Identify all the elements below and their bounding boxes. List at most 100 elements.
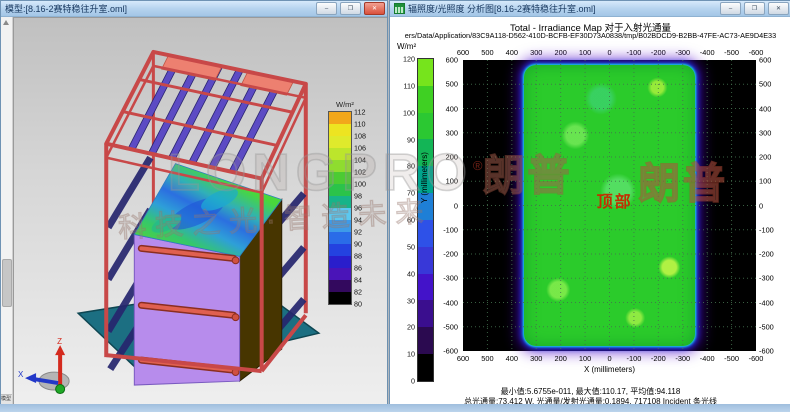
tick-label: 86	[354, 264, 362, 273]
irradiance-plot-area[interactable]: 顶部	[463, 60, 756, 351]
colorbar-segment	[329, 292, 351, 304]
tick-label: -200	[651, 48, 666, 57]
map-colorbar: 1201101009080706050403020100	[417, 58, 434, 382]
tick-label: 94	[354, 216, 362, 225]
colorbar-segment	[418, 300, 433, 327]
tick-label: 110	[404, 81, 415, 90]
minimize-button[interactable]: ‒	[720, 2, 741, 15]
maximize-button[interactable]: ❐	[744, 2, 765, 15]
tick-label: 110	[354, 120, 365, 129]
tick-label: 70	[407, 189, 415, 198]
tick-label: 0	[454, 201, 458, 210]
tick-label: 100	[446, 177, 458, 186]
tick-label: 92	[354, 228, 362, 237]
colorbar-segment	[329, 124, 351, 136]
colorbar-segment	[329, 208, 351, 220]
close-button[interactable]: ✕	[768, 2, 789, 15]
tick-label: 60	[407, 216, 415, 225]
tick-label: 100	[403, 108, 415, 117]
irradiance-map-window: 辐照度/光照度 分析图[8.16-2赛特稳往升室.oml] ‒ ❐ ✕ Tota…	[389, 0, 790, 408]
model-window: 模型:[8.16-2赛特稳往升室.oml] ‒ ❐ ✕ 模型	[0, 0, 388, 408]
model-tree-scrollbar[interactable]: 模型	[1, 17, 13, 407]
y-axis-ticks-left: 6005004003002001000-100-200-300-400-500-…	[436, 60, 458, 351]
tick-label: 100	[579, 354, 591, 363]
tick-label: 10	[407, 350, 415, 359]
irradiance-legend-3d: W/m² 11211010810610410210098969492908886…	[328, 100, 386, 305]
tick-label: 100	[579, 48, 591, 57]
tick-label: 600	[759, 56, 771, 65]
x-axis-ticks-top: 6005004003002001000-100-200-300-400-500-…	[463, 48, 756, 57]
colorbar-segment	[329, 220, 351, 232]
tick-label: 200	[554, 354, 566, 363]
colorbar-segment	[418, 220, 433, 247]
tick-label: 112	[354, 108, 365, 117]
colorbar-segment	[418, 327, 433, 354]
tick-label: 80	[354, 300, 362, 309]
colorbar-segment	[418, 247, 433, 274]
tick-label: -500	[759, 322, 774, 331]
tick-label: 100	[759, 177, 771, 186]
close-button[interactable]: ✕	[364, 2, 385, 15]
tick-label: 106	[354, 144, 366, 153]
tick-label: -300	[675, 48, 690, 57]
tick-label: -400	[700, 48, 715, 57]
tick-label: 300	[446, 128, 458, 137]
x-axis-ticks-bottom: 6005004003002001000-100-200-300-400-500-…	[463, 354, 756, 363]
tick-label: 500	[481, 354, 493, 363]
irradiance-blob: 顶部	[524, 65, 695, 346]
tick-label: 200	[759, 153, 771, 162]
tick-label: 84	[354, 276, 362, 285]
map-window-titlebar[interactable]: 辐照度/光照度 分析图[8.16-2赛特稳往升室.oml] ‒ ❐ ✕	[390, 1, 790, 17]
tick-label: 50	[407, 242, 415, 251]
colorbar-segments	[329, 112, 351, 304]
tick-label: -400	[759, 298, 774, 307]
model-3d-viewport[interactable]: Z X W/m² 1121101081061041021009896949290…	[13, 17, 387, 407]
colorbar-segment	[418, 86, 433, 113]
model-window-title: 模型:[8.16-2赛特稳往升室.oml]	[5, 2, 313, 15]
stats-line-1: 最小值:5.6755e-011, 最大值:110.17, 平均值:94.118	[390, 387, 790, 397]
restore-button[interactable]: ❐	[340, 2, 361, 15]
minimize-button[interactable]: ‒	[316, 2, 337, 15]
tick-label: 600	[457, 48, 469, 57]
scroll-up-icon[interactable]	[3, 20, 9, 25]
tick-label: 400	[759, 104, 771, 113]
colorbar-segment	[329, 160, 351, 172]
tick-label: -200	[443, 250, 458, 259]
tick-label: -600	[443, 347, 458, 356]
tick-label: 90	[354, 240, 362, 249]
tick-label: 30	[407, 296, 415, 305]
tick-label: 300	[759, 128, 771, 137]
tick-label: 200	[446, 153, 458, 162]
tick-label: 0	[607, 48, 611, 57]
scrollbar-thumb[interactable]	[2, 259, 12, 307]
colorbar-segment	[329, 136, 351, 148]
y-axis-ball	[56, 385, 65, 394]
map-file-path: ers/Data/Application/83C9A118-D562-410D-…	[390, 31, 790, 40]
analysis-doc-icon	[394, 3, 405, 14]
tick-label: 600	[457, 354, 469, 363]
tick-label: -300	[443, 274, 458, 283]
tick-label: 500	[759, 80, 771, 89]
tick-label: 40	[407, 269, 415, 278]
tick-label: 20	[407, 323, 415, 332]
tick-label: 108	[354, 132, 366, 141]
axis-triad: Z X	[18, 337, 69, 393]
tick-label: 0	[607, 354, 611, 363]
colorbar-segment	[418, 59, 433, 86]
model-window-titlebar[interactable]: 模型:[8.16-2赛特稳往升室.oml] ‒ ❐ ✕	[1, 1, 387, 17]
tick-label: -600	[749, 354, 764, 363]
window-frame-strip	[0, 404, 790, 412]
x-axis-title: X (millimeters)	[463, 365, 756, 374]
colorbar-segments	[418, 59, 433, 381]
tick-label: -100	[627, 48, 642, 57]
colorbar-segment	[329, 112, 351, 124]
tick-label: 90	[407, 135, 415, 144]
tick-label: 98	[354, 192, 362, 201]
tick-label: 0	[411, 377, 415, 386]
tick-label: 400	[446, 104, 458, 113]
legend-colorbar: 1121101081061041021009896949290888684828…	[328, 111, 352, 305]
tick-label: 400	[506, 354, 518, 363]
tick-label: 600	[446, 56, 458, 65]
tick-label: 300	[530, 48, 542, 57]
y-axis-ticks-right: 6005004003002001000-100-200-300-400-500-…	[759, 60, 781, 351]
